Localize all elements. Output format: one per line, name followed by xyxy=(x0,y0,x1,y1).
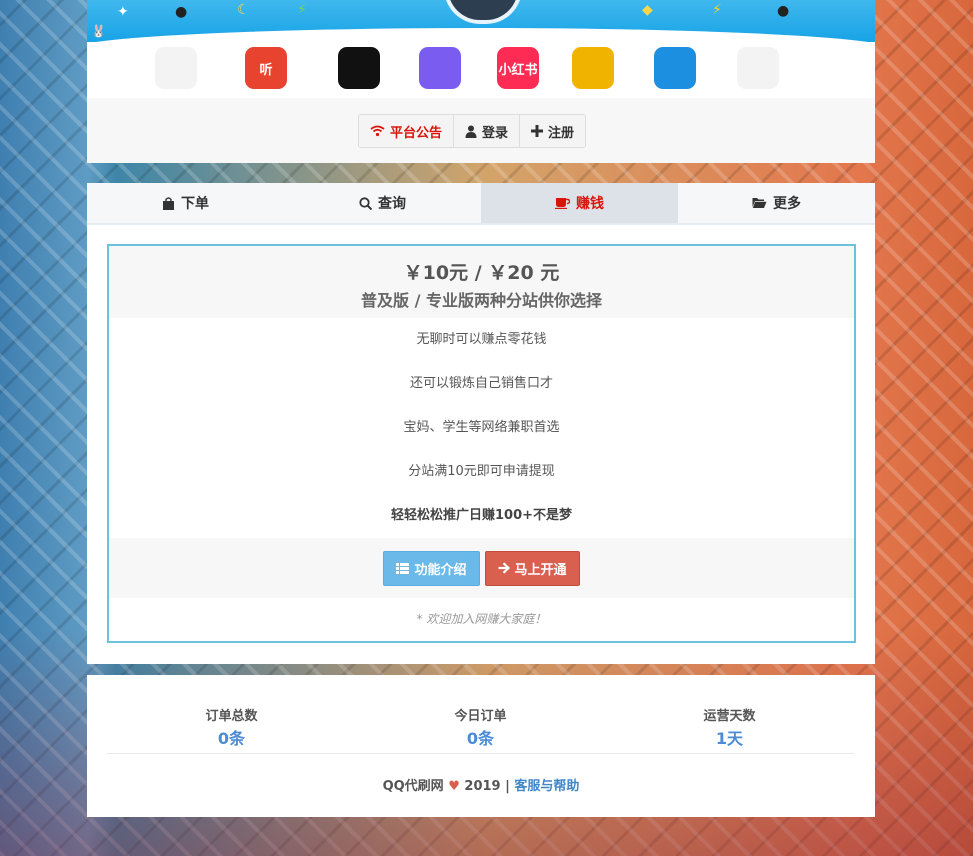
qq-zone-icon[interactable] xyxy=(649,45,701,91)
site-avatar xyxy=(444,0,522,24)
app-icon-row: 听 小红书 xyxy=(87,42,875,98)
weishi-video-icon[interactable] xyxy=(414,45,466,91)
ximalaya-ting-icon-tile: 听 xyxy=(245,47,287,89)
tab-more[interactable]: 更多 xyxy=(678,183,875,223)
stat-value: 1天 xyxy=(715,729,744,748)
footer-year: 2019 xyxy=(464,779,501,794)
heart-icon: ♥ xyxy=(448,779,460,794)
video-play-icon[interactable] xyxy=(333,45,385,91)
benefit-list: 无聊时可以赚点零花钱 还可以锻炼自己销售口才 宝妈、学生等网络兼职首选 分站满1… xyxy=(109,318,854,538)
header-banner: ✦ ● ☾ ⚡ ◆ ⚡ ● 🐰 xyxy=(87,0,875,42)
tab-order-label: 下单 xyxy=(181,196,209,212)
feature-intro-label: 功能介绍 xyxy=(414,562,467,578)
footer-site-name: QQ代刷网 xyxy=(382,779,444,794)
footer-separator: | xyxy=(505,779,510,794)
notice-label: 平台公告 xyxy=(390,125,443,141)
sparkle-icon: ✦ xyxy=(117,4,129,20)
stat-label: 订单总数 xyxy=(205,709,258,724)
stat-value: 0条 xyxy=(466,729,495,748)
site-footer: QQ代刷网 ♥ 2019 | 客服与帮助 xyxy=(87,775,875,794)
rabbit-icon: 🐰 xyxy=(91,24,106,38)
price-text: ￥10元 / ￥20 元 xyxy=(403,262,560,284)
help-link[interactable]: 客服与帮助 xyxy=(514,779,579,794)
feature-intro-button[interactable]: 功能介绍 xyxy=(383,550,480,586)
quanmin-k-song-icon-tile xyxy=(155,47,197,89)
benefit-item: 还可以锻炼自己销售口才 xyxy=(409,376,553,391)
moon-icon: ☾ xyxy=(237,2,250,18)
plus-icon xyxy=(531,125,544,137)
banner-curve xyxy=(87,28,875,42)
weishi-video-icon-tile xyxy=(419,47,461,89)
stat-label: 今日订单 xyxy=(454,709,507,724)
register-label: 注册 xyxy=(548,125,575,141)
stat-today-orders: 今日订单 0条 xyxy=(356,705,605,753)
login-label: 登录 xyxy=(482,125,509,141)
main-card: 下单 查询 赚钱 更多 ￥10元 / ￥20 元 普及版 / 专业版两种分站供你… xyxy=(87,183,875,664)
arrow-right-icon xyxy=(498,562,510,574)
qq-penguin-deco-icon-2: ● xyxy=(777,3,790,19)
user-icon xyxy=(465,125,477,138)
welcome-note: * 欢迎加入网赚大家庭！ xyxy=(416,612,547,626)
tab-query[interactable]: 查询 xyxy=(284,183,481,223)
folder-open-icon xyxy=(752,197,767,209)
lightning-badge-icon: ⚡ xyxy=(712,2,722,18)
tab-earn[interactable]: 赚钱 xyxy=(481,183,678,223)
panel-heading: ￥10元 / ￥20 元 普及版 / 专业版两种分站供你选择 xyxy=(109,246,854,318)
header-card: ✦ ● ☾ ⚡ ◆ ⚡ ● 🐰 听 小红书 平台公告 登录 注册 xyxy=(87,0,875,163)
register-button[interactable]: 注册 xyxy=(520,115,586,147)
benefit-item: 无聊时可以赚点零花钱 xyxy=(416,332,547,347)
tab-query-label: 查询 xyxy=(378,196,406,212)
stat-label: 运营天数 xyxy=(703,709,756,724)
qq-penguin-icon-tile xyxy=(737,47,779,89)
panel-actions: 功能介绍 马上开通 xyxy=(109,538,854,598)
coffee-cup-icon xyxy=(555,197,570,209)
benefit-item: 分站满10元即可申请提现 xyxy=(408,464,555,479)
tab-order[interactable]: 下单 xyxy=(87,183,284,223)
quanmin-k-song-icon[interactable] xyxy=(150,45,202,91)
search-icon xyxy=(359,196,372,210)
panel-subtitle: 普及版 / 专业版两种分站供你选择 xyxy=(361,291,602,310)
top-nav-buttons: 平台公告 登录 注册 xyxy=(358,114,587,148)
star-badge-icon: ◆ xyxy=(642,2,653,18)
benefit-item: 宝妈、学生等网络兼职首选 xyxy=(403,420,560,435)
open-now-label: 马上开通 xyxy=(514,562,567,578)
qq-penguin-deco-icon: ● xyxy=(175,4,188,20)
ximalaya-ting-icon[interactable]: 听 xyxy=(240,45,292,91)
lightning-icon: ⚡ xyxy=(297,2,307,18)
stats-row: 订单总数 0条 今日订单 0条 运营天数 1天 xyxy=(107,705,854,754)
login-button[interactable]: 登录 xyxy=(454,115,521,147)
stat-running-days: 运营天数 1天 xyxy=(605,705,854,753)
video-play-icon-tile xyxy=(338,47,380,89)
list-icon xyxy=(396,562,410,574)
stat-total-orders: 订单总数 0条 xyxy=(107,705,356,753)
tab-bar: 下单 查询 赚钱 更多 xyxy=(87,183,875,225)
xiaohongshu-icon[interactable]: 小红书 xyxy=(492,45,544,91)
earn-panel: ￥10元 / ￥20 元 普及版 / 专业版两种分站供你选择 无聊时可以赚点零花… xyxy=(107,244,856,643)
stats-card: 订单总数 0条 今日订单 0条 运营天数 1天 QQ代刷网 ♥ 2019 | 客… xyxy=(87,675,875,817)
tab-earn-label: 赚钱 xyxy=(576,196,604,212)
tab-more-label: 更多 xyxy=(773,196,801,212)
shopping-bag-icon xyxy=(162,196,175,210)
open-now-button[interactable]: 马上开通 xyxy=(484,550,580,586)
wifi-icon xyxy=(370,125,385,137)
benefit-highlight: 轻轻松松推广日赚100+不是梦 xyxy=(390,508,573,523)
qq-show-icon[interactable] xyxy=(567,45,619,91)
qq-penguin-icon[interactable] xyxy=(732,45,784,91)
notice-button[interactable]: 平台公告 xyxy=(359,115,455,147)
qq-zone-icon-tile xyxy=(654,47,696,89)
qq-show-icon-tile xyxy=(572,47,614,89)
stat-value: 0条 xyxy=(217,729,246,748)
xiaohongshu-icon-tile: 小红书 xyxy=(497,47,539,89)
